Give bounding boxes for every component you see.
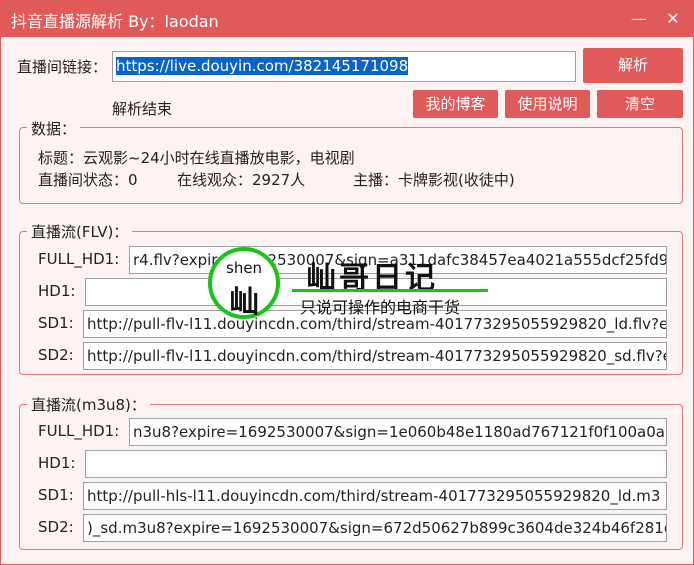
watermark-circle-char: 屾 xyxy=(229,285,259,320)
status-text: 解析结束 xyxy=(112,100,173,118)
m3u8-sd2-field[interactable]: )_sd.m3u8?expire=1692530007&sign=672d506… xyxy=(83,514,667,542)
blog-button[interactable]: 我的博客 xyxy=(413,90,498,118)
data-group-title: 数据： xyxy=(27,118,81,139)
stream-title: 标题：云观影~24小时在线直播放电影，电视剧 xyxy=(38,149,355,167)
url-input-value: https://live.douyin.com/382145171098 xyxy=(116,57,409,75)
host-name: 主播：卡牌影视(收徒中) xyxy=(353,171,515,189)
flv-full-hd1-label: FULL_HD1: xyxy=(38,250,120,268)
flv-sd2-label: SD2: xyxy=(38,346,74,364)
m3u8-sd1-field[interactable]: http://pull-hls-l11.douyincdn.com/third/… xyxy=(83,482,667,510)
room-status: 直播间状态：0 xyxy=(38,171,138,189)
watermark-underline xyxy=(292,289,488,292)
app-window: 抖音直播源解析 By：laodan — ✕ 直播间链接： https://liv… xyxy=(0,0,694,565)
watermark-circle-icon: shen 屾 xyxy=(208,247,280,320)
watermark-sub-text: 只说可操作的电商干货 xyxy=(300,298,461,317)
clear-button[interactable]: 清空 xyxy=(597,90,683,118)
m3u8-hd1-field[interactable] xyxy=(85,450,667,478)
url-label: 直播间链接： xyxy=(17,58,108,76)
parse-button[interactable]: 解析 xyxy=(583,48,683,83)
viewer-count: 在线观众：2927人 xyxy=(177,171,306,189)
m3u8-full-hd1-label: FULL_HD1: xyxy=(38,422,120,440)
m3u8-full-hd1-field[interactable]: n3u8?expire=1692530007&sign=1e060b48e118… xyxy=(129,418,667,446)
close-button[interactable]: ✕ xyxy=(659,7,687,31)
flv-hd1-label: HD1: xyxy=(38,282,76,300)
watermark-circle-text: shen xyxy=(226,259,263,277)
minimize-button[interactable]: — xyxy=(625,7,653,31)
m3u8-group-title: 直播流(m3u8)： xyxy=(27,394,150,415)
watermark-logo: shen 屾 屾哥日记 只说可操作的电商干货 xyxy=(208,247,498,320)
flv-sd1-label: SD1: xyxy=(38,314,74,332)
m3u8-sd2-label: SD2: xyxy=(38,518,74,536)
help-button[interactable]: 使用说明 xyxy=(505,90,590,118)
flv-sd2-field[interactable]: http://pull-flv-l11.douyincdn.com/third/… xyxy=(83,342,667,370)
m3u8-sd1-label: SD1: xyxy=(38,486,74,504)
url-input[interactable]: https://live.douyin.com/382145171098 xyxy=(112,51,576,82)
window-title: 抖音直播源解析 By：laodan xyxy=(11,12,219,31)
m3u8-hd1-label: HD1: xyxy=(38,454,76,472)
title-bar[interactable]: 抖音直播源解析 By：laodan — ✕ xyxy=(1,1,694,37)
flv-group-title: 直播流(FLV)： xyxy=(27,221,133,242)
